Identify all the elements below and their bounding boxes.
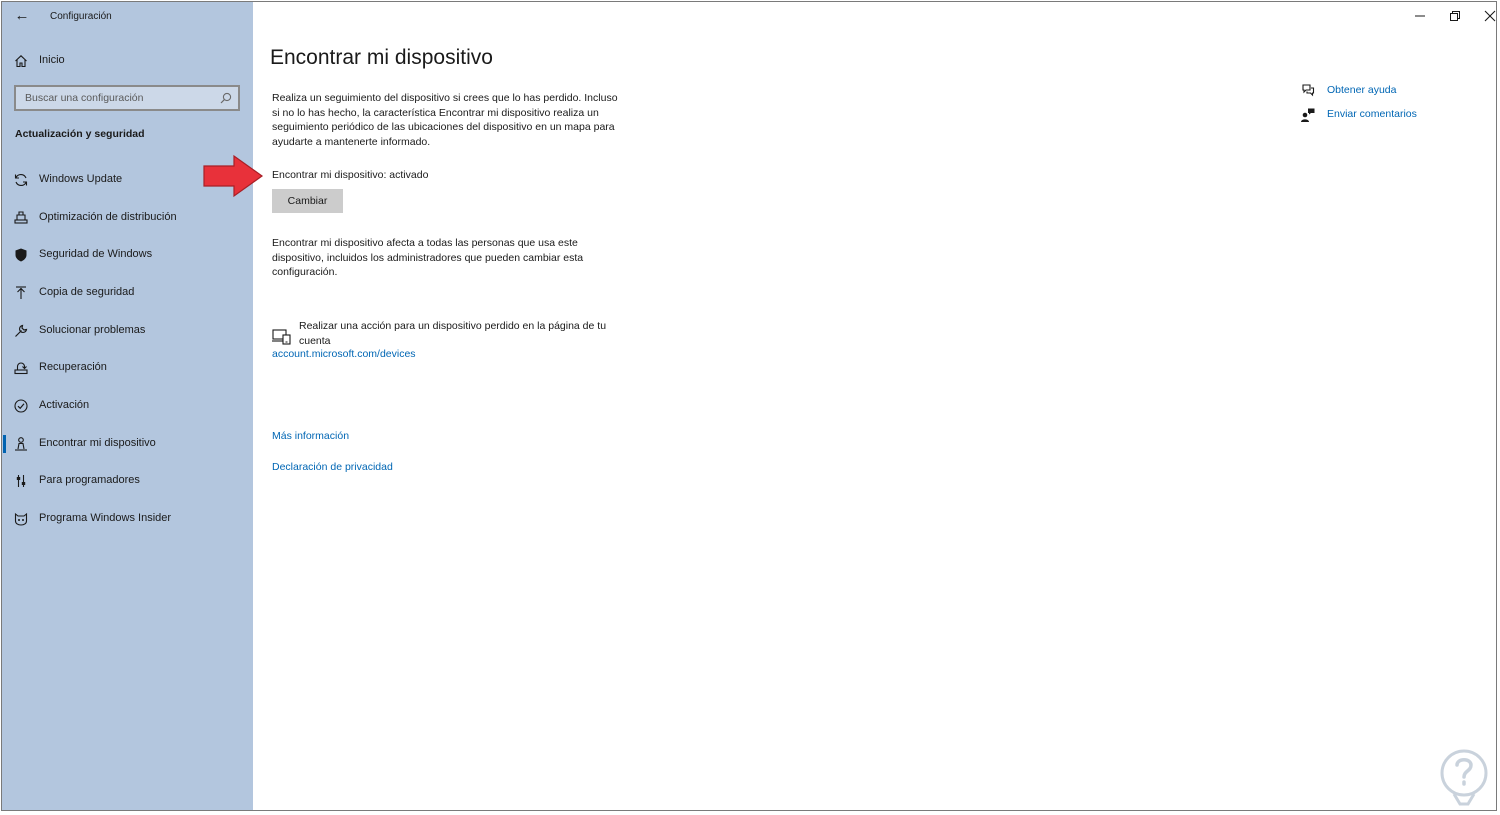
sidebar-item-home[interactable]: Inicio	[2, 46, 253, 76]
description-text: Realiza un seguimiento del dispositivo s…	[272, 92, 618, 148]
close-icon[interactable]	[1482, 8, 1498, 24]
sidebar-item-delivery-optimization[interactable]: Optimización de distribución	[2, 201, 253, 235]
sidebar-item-label: Solucionar problemas	[39, 324, 146, 336]
app-title: Configuración	[50, 11, 112, 22]
search-icon[interactable]	[220, 92, 232, 104]
sidebar-item-label: Copia de seguridad	[39, 286, 135, 298]
minimize-icon[interactable]	[1412, 8, 1428, 24]
search-placeholder: Buscar una configuración	[25, 92, 144, 104]
annotation-arrow-icon	[203, 154, 264, 198]
section-title: Actualización y seguridad	[15, 128, 145, 140]
change-button[interactable]: Cambiar	[272, 189, 343, 213]
sidebar-item-label: Windows Update	[39, 173, 123, 185]
help-chat-icon	[1302, 84, 1315, 97]
sidebar-item-find-my-device[interactable]: Encontrar mi dispositivo	[2, 427, 253, 461]
sidebar-item-label: Para programadores	[39, 474, 140, 486]
settings-window: ← Configuración Inicio Buscar una config…	[1, 1, 1497, 811]
sidebar-item-developers[interactable]: Para programadores	[2, 464, 253, 498]
sidebar-item-label: Seguridad de Windows	[39, 248, 153, 260]
sidebar-item-label: Optimización de distribución	[39, 211, 177, 223]
wrench-icon	[15, 324, 28, 337]
recovery-icon	[14, 362, 28, 375]
watermark-logo	[1440, 749, 1488, 806]
page-title: Encontrar mi dispositivo	[270, 46, 493, 69]
checkmark-circle-icon	[14, 399, 28, 413]
back-arrow-icon[interactable]: ←	[12, 7, 32, 25]
get-help-link[interactable]: Obtener ayuda	[1327, 84, 1396, 96]
sidebar: ← Configuración Inicio Buscar una config…	[2, 2, 253, 810]
sidebar-item-backup[interactable]: Copia de seguridad	[2, 276, 253, 310]
main-content: Encontrar mi dispositivo Realiza un segu…	[253, 2, 1496, 810]
sidebar-item-activation[interactable]: Activación	[2, 389, 253, 423]
sidebar-item-label: Programa Windows Insider	[39, 512, 172, 524]
home-icon	[15, 55, 27, 68]
backup-arrow-icon	[16, 286, 26, 299]
active-indicator	[3, 435, 6, 453]
lost-device-icon	[272, 329, 291, 345]
more-info-link[interactable]: Más información	[272, 430, 349, 442]
delivery-optimization-icon	[14, 211, 28, 224]
insider-cat-icon	[14, 512, 28, 526]
note-text: Encontrar mi dispositivo afecta a todas …	[272, 237, 584, 279]
privacy-statement-link[interactable]: Declaración de privacidad	[272, 461, 393, 473]
account-devices-link[interactable]: account.microsoft.com/devices	[272, 348, 416, 360]
sidebar-item-label: Encontrar mi dispositivo	[39, 437, 156, 449]
refresh-icon	[14, 174, 28, 186]
search-input[interactable]: Buscar una configuración	[14, 85, 240, 111]
sidebar-item-label: Inicio	[39, 54, 65, 66]
sidebar-item-label: Activación	[39, 399, 90, 411]
sidebar-item-windows-security[interactable]: Seguridad de Windows	[2, 238, 253, 272]
sidebar-item-troubleshoot[interactable]: Solucionar problemas	[2, 314, 253, 348]
sidebar-item-label: Recuperación	[39, 361, 107, 373]
person-locate-icon	[15, 437, 27, 451]
developer-sliders-icon	[16, 475, 26, 487]
shield-icon	[15, 248, 27, 262]
restore-icon[interactable]	[1447, 8, 1463, 24]
lost-device-action-text: Realizar una acción para un dispositivo …	[299, 320, 607, 347]
find-device-status: Encontrar mi dispositivo: activado	[272, 169, 429, 181]
send-feedback-link[interactable]: Enviar comentarios	[1327, 108, 1417, 120]
sidebar-item-windows-insider[interactable]: Programa Windows Insider	[2, 502, 253, 536]
feedback-person-icon	[1301, 108, 1315, 122]
sidebar-item-recovery[interactable]: Recuperación	[2, 351, 253, 385]
